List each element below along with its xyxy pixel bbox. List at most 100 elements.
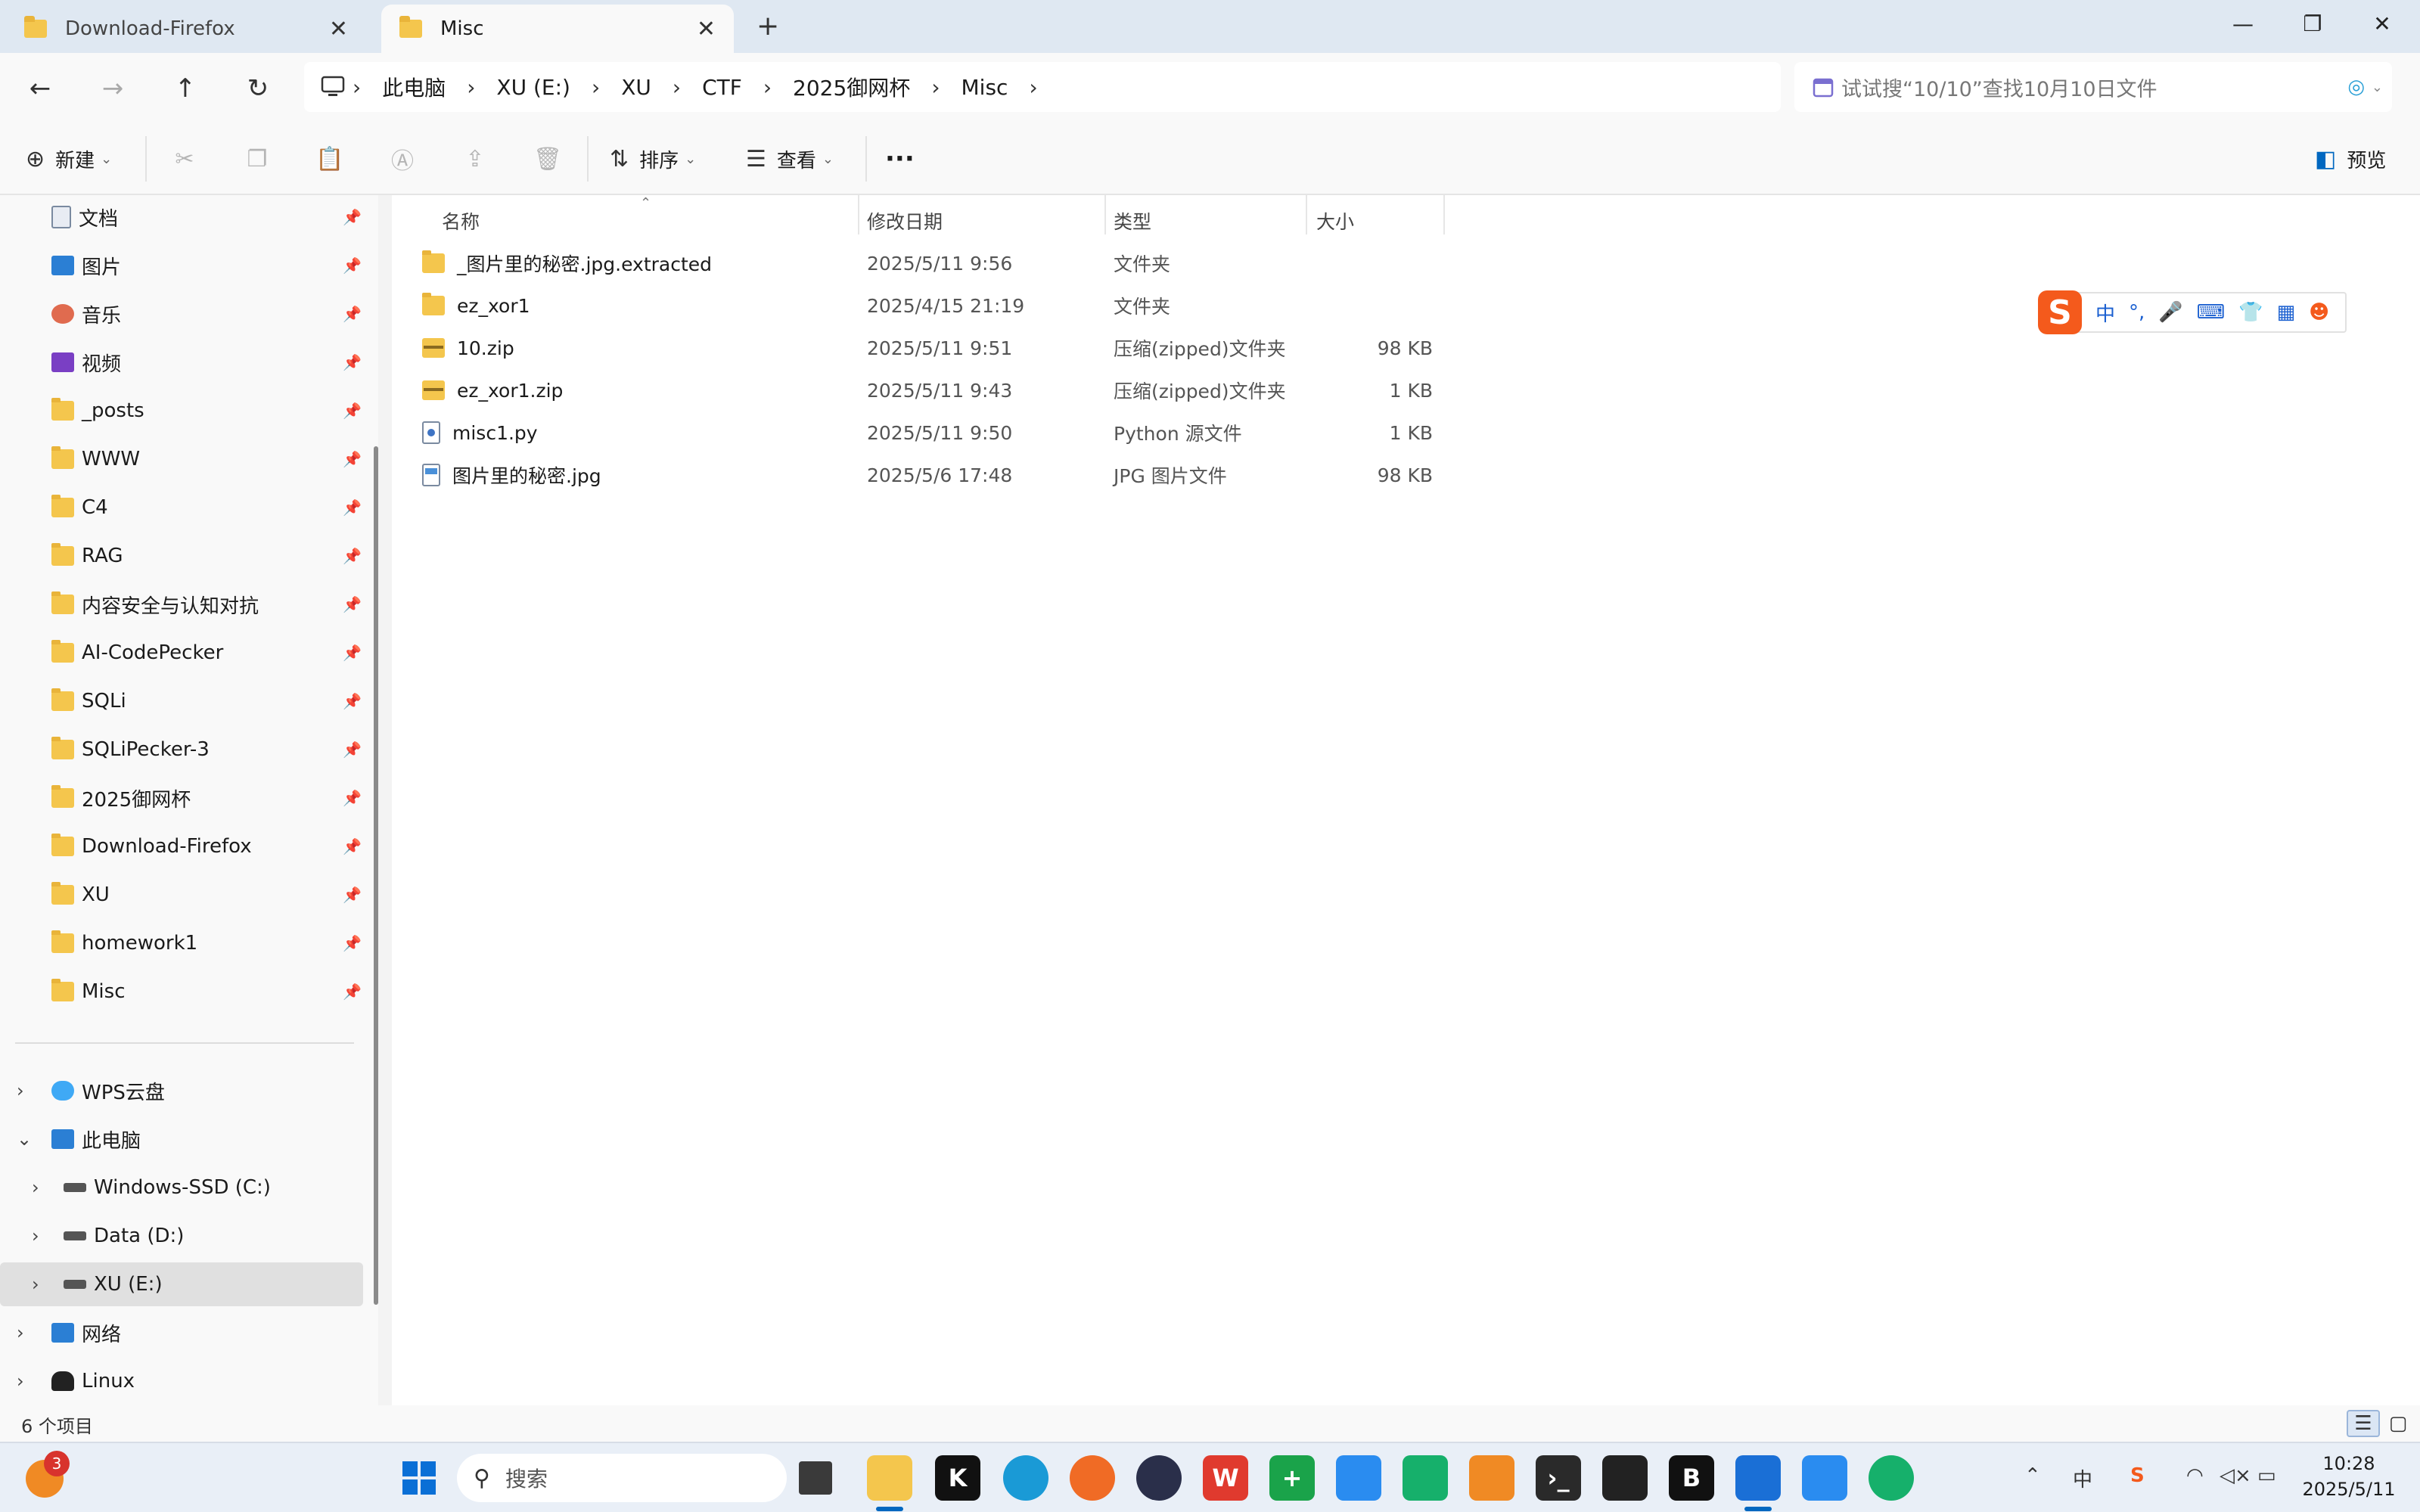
breadcrumb-separator[interactable]: › (1029, 75, 1037, 100)
cloud-app-icon[interactable] (1336, 1455, 1381, 1501)
sidebar-item-misc[interactable]: Misc 📌 (0, 970, 363, 1014)
pin-icon[interactable]: 📌 (343, 498, 362, 517)
sidebar-item-documents[interactable]: 文档 📌 (0, 195, 363, 239)
pin-icon[interactable]: 📌 (343, 983, 362, 1001)
kimi-app-icon[interactable]: K (935, 1455, 980, 1501)
rename-icon[interactable]: Ⓐ (383, 139, 422, 179)
sidebar-item-linux[interactable]: › Linux (0, 1359, 363, 1403)
chevron-right-icon[interactable]: › (32, 1274, 39, 1295)
file-row[interactable]: 图片里的秘密.jpg 2025/5/6 17:48 JPG 图片文件 98 KB (422, 454, 1837, 496)
tiles-view-icon[interactable]: ▢ (2381, 1410, 2415, 1437)
search-input[interactable]: 试试搜“10/10”查找10月10日文件 ◎ ⌄ (1794, 62, 2392, 112)
app-icon[interactable] (1136, 1455, 1182, 1501)
sidebar-item-2025[interactable]: 2025御网杯 📌 (0, 776, 363, 820)
sidebar-item-sqlipecker[interactable]: SQLiPecker-3 📌 (0, 728, 363, 772)
file-row[interactable]: 10.zip 2025/5/11 9:51 压缩(zipped)文件夹 98 K… (422, 327, 1837, 369)
file-row[interactable]: misc1.py 2025/5/11 9:50 Python 源文件 1 KB (422, 411, 1837, 454)
column-header-type[interactable]: 类型 (1114, 201, 1151, 241)
sidebar-item-drive-e[interactable]: › XU (E:) (0, 1262, 363, 1306)
ime-tray-icon[interactable]: 中 (2073, 1464, 2092, 1492)
pin-icon[interactable]: 📌 (343, 886, 362, 904)
column-header-size[interactable]: 大小 (1316, 201, 1354, 241)
sidebar-item-sqli[interactable]: SQLi 📌 (0, 679, 363, 723)
tab-close-icon[interactable]: ✕ (697, 16, 716, 42)
sogou-logo-icon[interactable]: S (2038, 290, 2082, 334)
breadcrumb-this-pc[interactable]: 此电脑 (382, 72, 446, 102)
sidebar-item-xu[interactable]: XU 📌 (0, 873, 363, 917)
sidebar-item-videos[interactable]: 视频 📌 (0, 340, 363, 384)
pdf-app-icon[interactable] (1469, 1455, 1514, 1501)
chevron-right-icon[interactable]: › (17, 1322, 24, 1343)
pin-icon[interactable]: 📌 (343, 402, 362, 420)
address-bar[interactable]: › 此电脑 › XU (E:) › XU › CTF › 2025御网杯 › M… (304, 62, 1781, 112)
delete-icon[interactable]: 🗑 (528, 139, 567, 179)
pin-icon[interactable]: 📌 (343, 740, 362, 759)
chevron-right-icon[interactable]: › (17, 1371, 24, 1392)
sidebar-item-wps-cloud[interactable]: › WPS云盘 (0, 1069, 363, 1113)
pin-icon[interactable]: 📌 (343, 692, 362, 710)
ime-punctuation-icon[interactable]: °, (2129, 301, 2145, 324)
tab-download-firefox[interactable]: Download-Firefox ✕ (6, 5, 366, 53)
breadcrumb-2025[interactable]: 2025御网杯 (793, 72, 910, 102)
app-icon[interactable] (1602, 1455, 1648, 1501)
pin-icon[interactable]: 📌 (343, 208, 362, 226)
sidebar-item-music[interactable]: 音乐 📌 (0, 292, 363, 336)
file-row[interactable]: ez_xor1 2025/4/15 21:19 文件夹 (422, 284, 1837, 327)
share-icon[interactable]: ⇪ (455, 139, 495, 179)
sidebar-item-ai-codepecker[interactable]: AI-CodePecker 📌 (0, 631, 363, 675)
spreadsheet-icon[interactable]: + (1269, 1455, 1315, 1501)
chevron-right-icon[interactable]: › (32, 1177, 39, 1198)
cut-icon[interactable]: ✂ (165, 139, 204, 179)
file-explorer-icon[interactable] (867, 1455, 912, 1501)
chevron-up-icon[interactable]: ⌃ (2024, 1464, 2041, 1487)
breadcrumb-separator[interactable]: › (592, 75, 600, 100)
details-view-icon[interactable]: ☰ (2347, 1410, 2380, 1437)
toolbox-icon[interactable]: ▦ (2277, 301, 2296, 324)
app-icon[interactable] (1735, 1455, 1781, 1501)
sidebar-item-network[interactable]: › 网络 (0, 1311, 363, 1355)
breadcrumb-xu[interactable]: XU (621, 75, 651, 100)
sidebar-item-drive-d[interactable]: › Data (D:) (0, 1214, 363, 1258)
mascot-icon[interactable]: ☻ (2309, 301, 2329, 324)
breadcrumb-separator[interactable]: › (467, 75, 475, 100)
breadcrumb-separator[interactable]: › (673, 75, 681, 100)
battery-icon[interactable]: ▭ (2257, 1464, 2276, 1487)
wifi-icon[interactable]: ◠ (2186, 1464, 2204, 1487)
sidebar-item-drive-c[interactable]: › Windows-SSD (C:) (0, 1166, 363, 1209)
pin-icon[interactable]: 📌 (343, 837, 362, 855)
maximize-button[interactable]: ❐ (2279, 6, 2347, 41)
terminal-icon[interactable]: ›_ (1536, 1455, 1581, 1501)
more-button[interactable]: ··· (885, 139, 915, 179)
sidebar-item-c4[interactable]: C4 📌 (0, 486, 363, 529)
pin-icon[interactable]: 📌 (343, 934, 362, 952)
firefox-icon[interactable] (1070, 1455, 1115, 1501)
sidebar-item-rag[interactable]: RAG 📌 (0, 534, 363, 578)
tab-misc[interactable]: Misc ✕ (381, 5, 734, 53)
breadcrumb-misc[interactable]: Misc (961, 75, 1008, 100)
sogou-tray-icon[interactable]: S (2130, 1464, 2145, 1487)
preview-button[interactable]: ◧ 预览 (2315, 139, 2386, 179)
forward-button[interactable]: → (94, 70, 132, 107)
pin-icon[interactable]: 📌 (343, 789, 362, 807)
app-icon[interactable] (1802, 1455, 1847, 1501)
ime-toolbar[interactable]: S 中 °, 🎤 ⌨ 👕 ▦ ☻ (2038, 290, 2347, 334)
start-button[interactable] (396, 1455, 442, 1501)
tab-close-icon[interactable]: ✕ (329, 16, 348, 42)
keyboard-icon[interactable]: ⌨ (2197, 301, 2226, 324)
sidebar-item-this-pc[interactable]: ⌄ 此电脑 (0, 1117, 363, 1161)
back-button[interactable]: ← (21, 70, 59, 107)
pin-icon[interactable]: 📌 (343, 256, 362, 275)
wps-icon[interactable]: W (1203, 1455, 1248, 1501)
up-button[interactable]: ↑ (166, 70, 204, 107)
sidebar-item-pictures[interactable]: 图片 📌 (0, 244, 363, 287)
skin-icon[interactable]: 👕 (2238, 301, 2263, 324)
pin-icon[interactable]: 📌 (343, 644, 362, 662)
sidebar-item-content-security[interactable]: 内容安全与认知对抗 📌 (0, 582, 363, 626)
breadcrumb-ctf[interactable]: CTF (702, 75, 742, 100)
copy-icon[interactable]: ❐ (238, 139, 277, 179)
burp-suite-icon[interactable]: B (1669, 1455, 1714, 1501)
breadcrumb-separator[interactable]: › (763, 75, 772, 100)
column-header-date[interactable]: 修改日期 (867, 201, 943, 241)
pin-icon[interactable]: 📌 (343, 547, 362, 565)
ime-mode-toggle[interactable]: 中 (2095, 299, 2115, 327)
